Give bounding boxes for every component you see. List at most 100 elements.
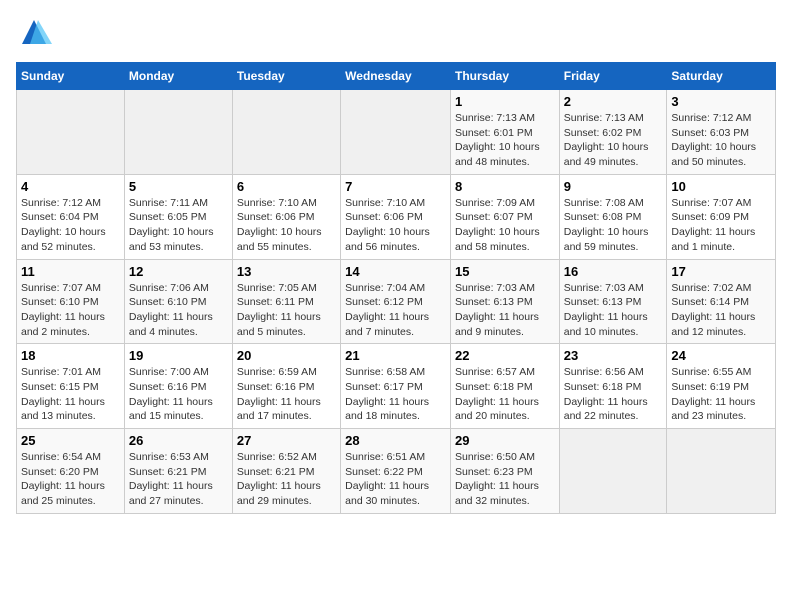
day-number: 28 bbox=[345, 433, 446, 448]
calendar-cell: 13 Sunrise: 7:05 AM Sunset: 6:11 PM Dayli… bbox=[232, 259, 340, 344]
day-info: Sunrise: 7:12 AM Sunset: 6:03 PM Dayligh… bbox=[671, 111, 771, 170]
week-row-4: 18Sunrise: 7:01 AM Sunset: 6:15 PM Dayli… bbox=[17, 344, 776, 429]
week-row-5: 25 Sunrise: 6:54 AM Sunset: 6:20 PM Dayli… bbox=[17, 429, 776, 514]
day-info: Sunrise: 6:54 AM Sunset: 6:20 PM Dayligh… bbox=[21, 450, 120, 509]
day-number: 18 bbox=[21, 348, 120, 363]
calendar-cell: 1 Sunrise: 7:13 AM Sunset: 6:01 PM Daylig… bbox=[450, 90, 559, 175]
day-info: Sunrise: 7:05 AM Sunset: 6:11 PM Dayligh… bbox=[237, 281, 336, 340]
day-number: 1 bbox=[455, 94, 555, 109]
calendar-cell: 4 Sunrise: 7:12 AM Sunset: 6:04 PM Daylig… bbox=[17, 174, 125, 259]
calendar-cell: 14 Sunrise: 7:04 AM Sunset: 6:12 PM Dayli… bbox=[341, 259, 451, 344]
day-info: Sunrise: 7:06 AM Sunset: 6:10 PM Dayligh… bbox=[129, 281, 228, 340]
day-number: 24 bbox=[671, 348, 771, 363]
day-info: Sunrise: 7:03 AM Sunset: 6:13 PM Dayligh… bbox=[455, 281, 555, 340]
day-info: Sunrise: 7:12 AM Sunset: 6:04 PM Dayligh… bbox=[21, 196, 120, 255]
calendar-cell bbox=[341, 90, 451, 175]
calendar-cell bbox=[559, 429, 667, 514]
day-number: 25 bbox=[21, 433, 120, 448]
calendar-cell: 10Sunrise: 7:07 AM Sunset: 6:09 PM Dayli… bbox=[667, 174, 776, 259]
day-info: Sunrise: 6:53 AM Sunset: 6:21 PM Dayligh… bbox=[129, 450, 228, 509]
calendar-cell: 9 Sunrise: 7:08 AM Sunset: 6:08 PM Daylig… bbox=[559, 174, 667, 259]
day-info: Sunrise: 6:59 AM Sunset: 6:16 PM Dayligh… bbox=[237, 365, 336, 424]
day-number: 7 bbox=[345, 179, 446, 194]
calendar-cell: 6 Sunrise: 7:10 AM Sunset: 6:06 PM Daylig… bbox=[232, 174, 340, 259]
day-number: 15 bbox=[455, 264, 555, 279]
day-info: Sunrise: 7:02 AM Sunset: 6:14 PM Dayligh… bbox=[671, 281, 771, 340]
day-info: Sunrise: 7:13 AM Sunset: 6:02 PM Dayligh… bbox=[564, 111, 663, 170]
day-number: 13 bbox=[237, 264, 336, 279]
calendar-cell bbox=[17, 90, 125, 175]
col-header-friday: Friday bbox=[559, 63, 667, 90]
calendar-cell: 3 Sunrise: 7:12 AM Sunset: 6:03 PM Daylig… bbox=[667, 90, 776, 175]
calendar-cell: 25 Sunrise: 6:54 AM Sunset: 6:20 PM Dayli… bbox=[17, 429, 125, 514]
day-number: 3 bbox=[671, 94, 771, 109]
calendar-cell: 12 Sunrise: 7:06 AM Sunset: 6:10 PM Dayli… bbox=[124, 259, 232, 344]
day-number: 23 bbox=[564, 348, 663, 363]
page-header bbox=[16, 16, 776, 52]
calendar-cell bbox=[667, 429, 776, 514]
day-info: Sunrise: 7:11 AM Sunset: 6:05 PM Dayligh… bbox=[129, 196, 228, 255]
day-info: Sunrise: 6:57 AM Sunset: 6:18 PM Dayligh… bbox=[455, 365, 555, 424]
week-row-3: 11 Sunrise: 7:07 AM Sunset: 6:10 PM Dayli… bbox=[17, 259, 776, 344]
day-info: Sunrise: 6:50 AM Sunset: 6:23 PM Dayligh… bbox=[455, 450, 555, 509]
calendar-cell: 26Sunrise: 6:53 AM Sunset: 6:21 PM Dayli… bbox=[124, 429, 232, 514]
col-header-tuesday: Tuesday bbox=[232, 63, 340, 90]
calendar-cell: 7 Sunrise: 7:10 AM Sunset: 6:06 PM Daylig… bbox=[341, 174, 451, 259]
day-number: 4 bbox=[21, 179, 120, 194]
day-number: 6 bbox=[237, 179, 336, 194]
day-info: Sunrise: 6:56 AM Sunset: 6:18 PM Dayligh… bbox=[564, 365, 663, 424]
day-number: 20 bbox=[237, 348, 336, 363]
day-number: 19 bbox=[129, 348, 228, 363]
day-info: Sunrise: 6:51 AM Sunset: 6:22 PM Dayligh… bbox=[345, 450, 446, 509]
day-number: 12 bbox=[129, 264, 228, 279]
day-info: Sunrise: 7:08 AM Sunset: 6:08 PM Dayligh… bbox=[564, 196, 663, 255]
day-info: Sunrise: 6:52 AM Sunset: 6:21 PM Dayligh… bbox=[237, 450, 336, 509]
day-number: 16 bbox=[564, 264, 663, 279]
week-row-1: 1 Sunrise: 7:13 AM Sunset: 6:01 PM Daylig… bbox=[17, 90, 776, 175]
col-header-wednesday: Wednesday bbox=[341, 63, 451, 90]
calendar-cell: 20 Sunrise: 6:59 AM Sunset: 6:16 PM Dayli… bbox=[232, 344, 340, 429]
calendar-cell: 18Sunrise: 7:01 AM Sunset: 6:15 PM Dayli… bbox=[17, 344, 125, 429]
day-number: 11 bbox=[21, 264, 120, 279]
calendar-cell: 19 Sunrise: 7:00 AM Sunset: 6:16 PM Dayli… bbox=[124, 344, 232, 429]
calendar-cell: 8 Sunrise: 7:09 AM Sunset: 6:07 PM Daylig… bbox=[450, 174, 559, 259]
day-info: Sunrise: 7:00 AM Sunset: 6:16 PM Dayligh… bbox=[129, 365, 228, 424]
day-number: 17 bbox=[671, 264, 771, 279]
calendar-cell: 16 Sunrise: 7:03 AM Sunset: 6:13 PM Dayli… bbox=[559, 259, 667, 344]
week-row-2: 4 Sunrise: 7:12 AM Sunset: 6:04 PM Daylig… bbox=[17, 174, 776, 259]
day-info: Sunrise: 7:07 AM Sunset: 6:09 PM Dayligh… bbox=[671, 196, 771, 255]
col-header-saturday: Saturday bbox=[667, 63, 776, 90]
logo-icon bbox=[16, 16, 52, 52]
col-header-sunday: Sunday bbox=[17, 63, 125, 90]
day-number: 9 bbox=[564, 179, 663, 194]
day-number: 5 bbox=[129, 179, 228, 194]
calendar-table: SundayMondayTuesdayWednesdayThursdayFrid… bbox=[16, 62, 776, 514]
day-info: Sunrise: 7:09 AM Sunset: 6:07 PM Dayligh… bbox=[455, 196, 555, 255]
day-number: 21 bbox=[345, 348, 446, 363]
col-header-thursday: Thursday bbox=[450, 63, 559, 90]
calendar-cell: 11 Sunrise: 7:07 AM Sunset: 6:10 PM Dayli… bbox=[17, 259, 125, 344]
day-info: Sunrise: 7:10 AM Sunset: 6:06 PM Dayligh… bbox=[237, 196, 336, 255]
calendar-cell: 22Sunrise: 6:57 AM Sunset: 6:18 PM Dayli… bbox=[450, 344, 559, 429]
calendar-cell: 24 Sunrise: 6:55 AM Sunset: 6:19 PM Dayli… bbox=[667, 344, 776, 429]
calendar-cell: 28 Sunrise: 6:51 AM Sunset: 6:22 PM Dayli… bbox=[341, 429, 451, 514]
calendar-cell bbox=[232, 90, 340, 175]
calendar-cell: 23 Sunrise: 6:56 AM Sunset: 6:18 PM Dayli… bbox=[559, 344, 667, 429]
day-info: Sunrise: 6:58 AM Sunset: 6:17 PM Dayligh… bbox=[345, 365, 446, 424]
calendar-cell: 17 Sunrise: 7:02 AM Sunset: 6:14 PM Dayli… bbox=[667, 259, 776, 344]
day-number: 27 bbox=[237, 433, 336, 448]
day-info: Sunrise: 7:10 AM Sunset: 6:06 PM Dayligh… bbox=[345, 196, 446, 255]
day-info: Sunrise: 6:55 AM Sunset: 6:19 PM Dayligh… bbox=[671, 365, 771, 424]
day-info: Sunrise: 7:04 AM Sunset: 6:12 PM Dayligh… bbox=[345, 281, 446, 340]
day-number: 14 bbox=[345, 264, 446, 279]
day-info: Sunrise: 7:07 AM Sunset: 6:10 PM Dayligh… bbox=[21, 281, 120, 340]
day-info: Sunrise: 7:13 AM Sunset: 6:01 PM Dayligh… bbox=[455, 111, 555, 170]
day-info: Sunrise: 7:03 AM Sunset: 6:13 PM Dayligh… bbox=[564, 281, 663, 340]
calendar-cell: 2Sunrise: 7:13 AM Sunset: 6:02 PM Daylig… bbox=[559, 90, 667, 175]
calendar-cell bbox=[124, 90, 232, 175]
calendar-cell: 5 Sunrise: 7:11 AM Sunset: 6:05 PM Daylig… bbox=[124, 174, 232, 259]
logo bbox=[16, 16, 56, 52]
col-header-monday: Monday bbox=[124, 63, 232, 90]
calendar-cell: 21 Sunrise: 6:58 AM Sunset: 6:17 PM Dayli… bbox=[341, 344, 451, 429]
day-number: 8 bbox=[455, 179, 555, 194]
